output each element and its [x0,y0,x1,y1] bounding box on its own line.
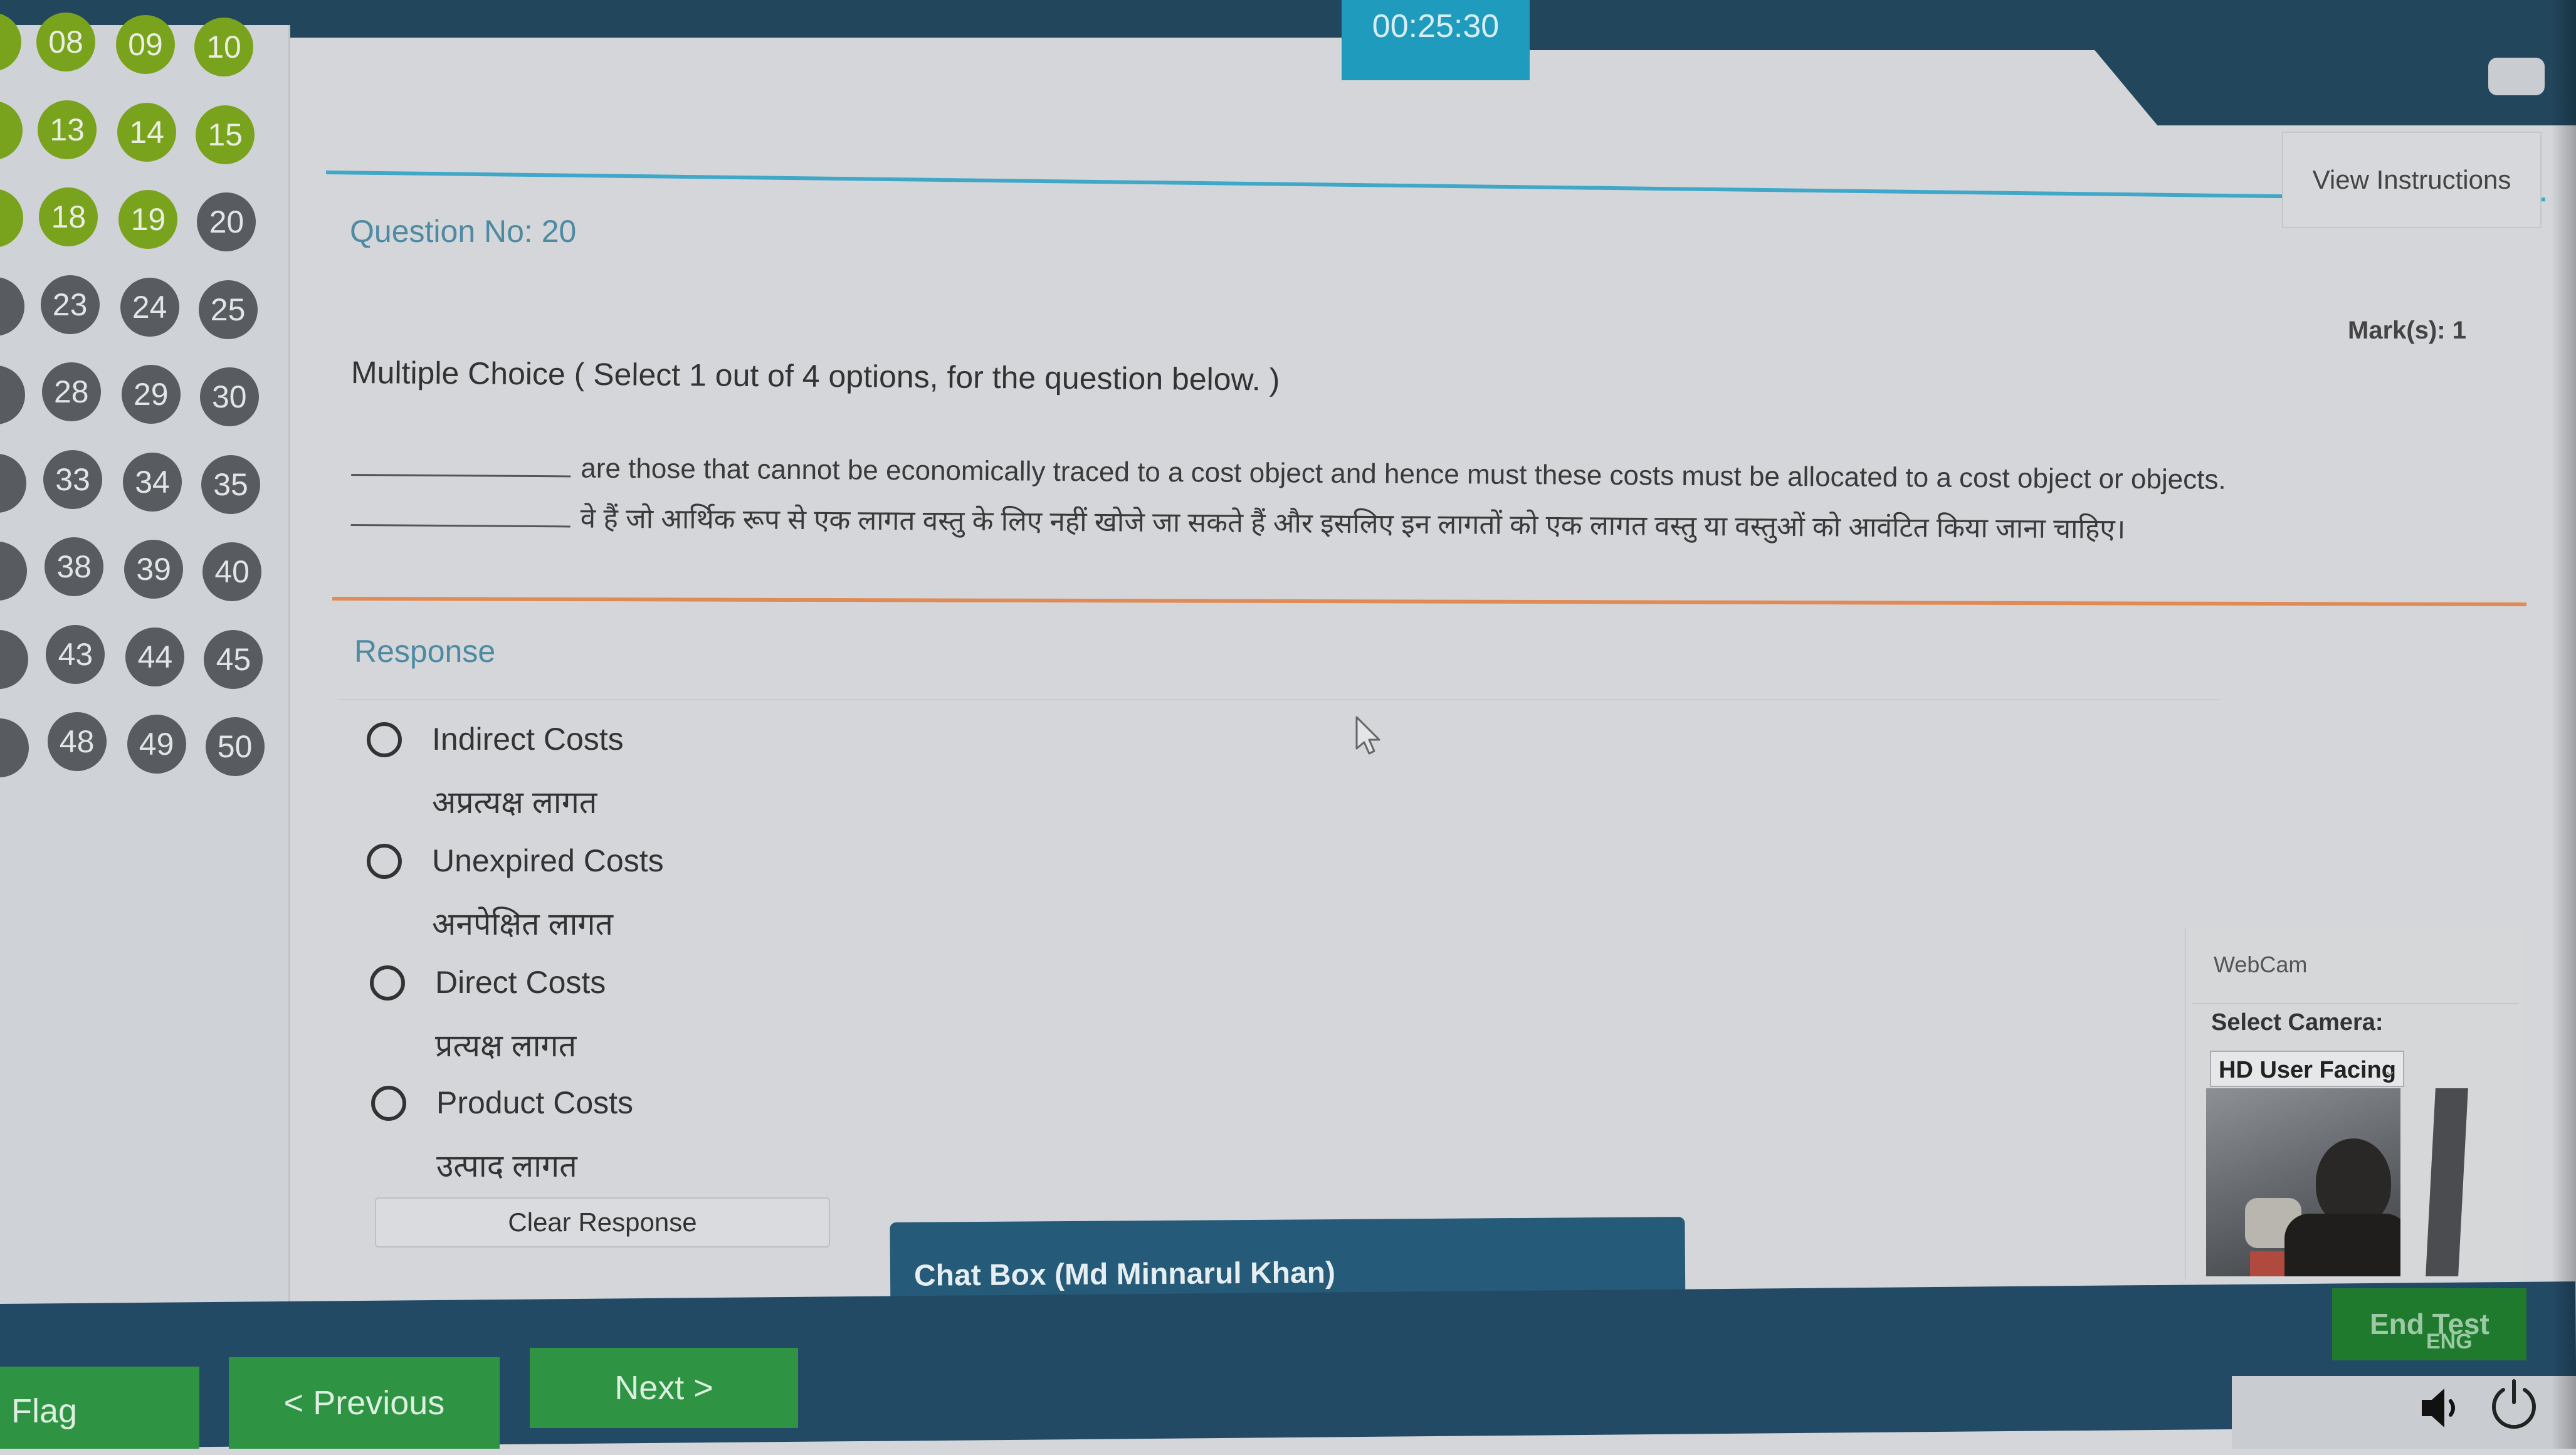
response-divider [339,699,2219,700]
question-divider [332,597,2526,607]
webcam-title: WebCam [2214,952,2308,977]
question-button-45[interactable]: 45 [204,629,263,689]
question-button-10[interactable]: 10 [194,18,253,76]
question-button-34[interactable]: 34 [123,452,182,512]
header-right-band [1530,0,2576,125]
question-text-hi: वे हैं जो आर्थिक रूप से एक लागत वस्तु के… [580,503,2126,545]
question-button-15[interactable]: 15 [196,105,255,164]
webcam-side-bar [2426,1088,2468,1276]
radio-button[interactable] [367,844,402,879]
question-button-14[interactable]: 14 [117,102,177,162]
webcam-panel: WebCam Select Camera: HD User Facing ⌄ [2185,928,2525,1279]
clear-response-button[interactable]: Clear Response [375,1197,830,1248]
webcam-feed [2206,1088,2400,1276]
question-number: Question No: 20 [350,214,577,249]
chevron-down-icon: ⌄ [2383,1061,2397,1079]
question-button-43[interactable]: 43 [46,624,105,684]
power-icon[interactable] [2486,1376,2542,1432]
question-button-39[interactable]: 39 [124,540,184,599]
end-test-button[interactable]: End Test ENG [2332,1288,2526,1360]
radio-button[interactable] [367,722,402,757]
question-button-08[interactable]: 08 [36,13,95,71]
question-button-44[interactable]: 44 [125,627,185,686]
radio-button[interactable] [371,1086,406,1121]
radio-button[interactable] [370,965,405,1001]
countdown-timer: 00:25:30 [1342,0,1530,80]
question-button-40[interactable]: 40 [202,542,262,601]
question-button-25[interactable]: 25 [198,280,258,339]
option-label-en: Product Costs [436,1085,634,1120]
question-button-13[interactable]: 13 [38,100,97,159]
webcam-divider [2192,1003,2518,1004]
camera-select[interactable]: HD User Facing ⌄ [2210,1051,2404,1087]
blank-hi [350,505,570,528]
question-button-33[interactable]: 33 [43,449,102,509]
question-button-48[interactable]: 48 [47,712,107,771]
chat-box-title: Chat Box (Md Minnarul Khan) [913,1256,1336,1293]
question-button-23[interactable]: 23 [40,275,100,334]
flag-button[interactable]: Flag [0,1367,199,1449]
option-label-hi: उत्पाद लागत [436,1148,577,1184]
mouse-cursor-icon [1355,716,1380,755]
header-badge [2488,58,2545,95]
next-button[interactable]: Next > [530,1348,798,1428]
option-label-hi: अनपेक्षित लागत [432,906,614,942]
response-heading: Response [354,634,496,669]
webcam-background-object [2250,1251,2288,1276]
question-type: Multiple Choice ( Select 1 out of 4 opti… [350,355,1280,397]
question-button-50[interactable]: 50 [205,717,265,776]
marks-label: Mark(s): 1 [2348,317,2466,344]
question-button-28[interactable]: 28 [41,362,101,421]
question-button-49[interactable]: 49 [127,715,186,774]
question-button-20[interactable]: 20 [197,192,256,251]
header-divider [325,171,2545,202]
webcam-person-head [2316,1138,2391,1226]
question-button-18[interactable]: 18 [39,187,98,246]
option-label-en: Direct Costs [435,965,606,1000]
question-button-24[interactable]: 24 [120,277,179,337]
question-button-19[interactable]: 19 [118,190,178,249]
webcam-person-body [2284,1214,2400,1276]
screen-edge-shadow [2551,0,2576,1449]
language-label: ENG [2426,1330,2473,1353]
question-button-38[interactable]: 38 [45,537,104,596]
question-text: are those that cannot be economically tr… [350,451,2357,555]
question-button-30[interactable]: 30 [199,367,259,426]
option-label-hi: अप्रत्यक्ष लागत [432,785,597,820]
previous-button[interactable]: < Previous [229,1357,500,1449]
question-button-35[interactable]: 35 [201,454,260,514]
option-label-en: Indirect Costs [432,722,624,757]
question-button-09[interactable]: 09 [116,15,175,74]
speaker-icon[interactable] [2417,1382,2467,1432]
option-label-hi: प्रत्यक्ष लागत [435,1028,577,1063]
option-label-en: Unexpired Costs [432,843,664,878]
blank-en [351,455,571,478]
question-button-29[interactable]: 29 [121,365,181,424]
camera-select-value: HD User Facing [2219,1057,2396,1083]
select-camera-label: Select Camera: [2211,1009,2384,1036]
question-text-en: are those that cannot be economically tr… [581,453,2226,495]
view-instructions-button[interactable]: View Instructions [2282,132,2542,228]
